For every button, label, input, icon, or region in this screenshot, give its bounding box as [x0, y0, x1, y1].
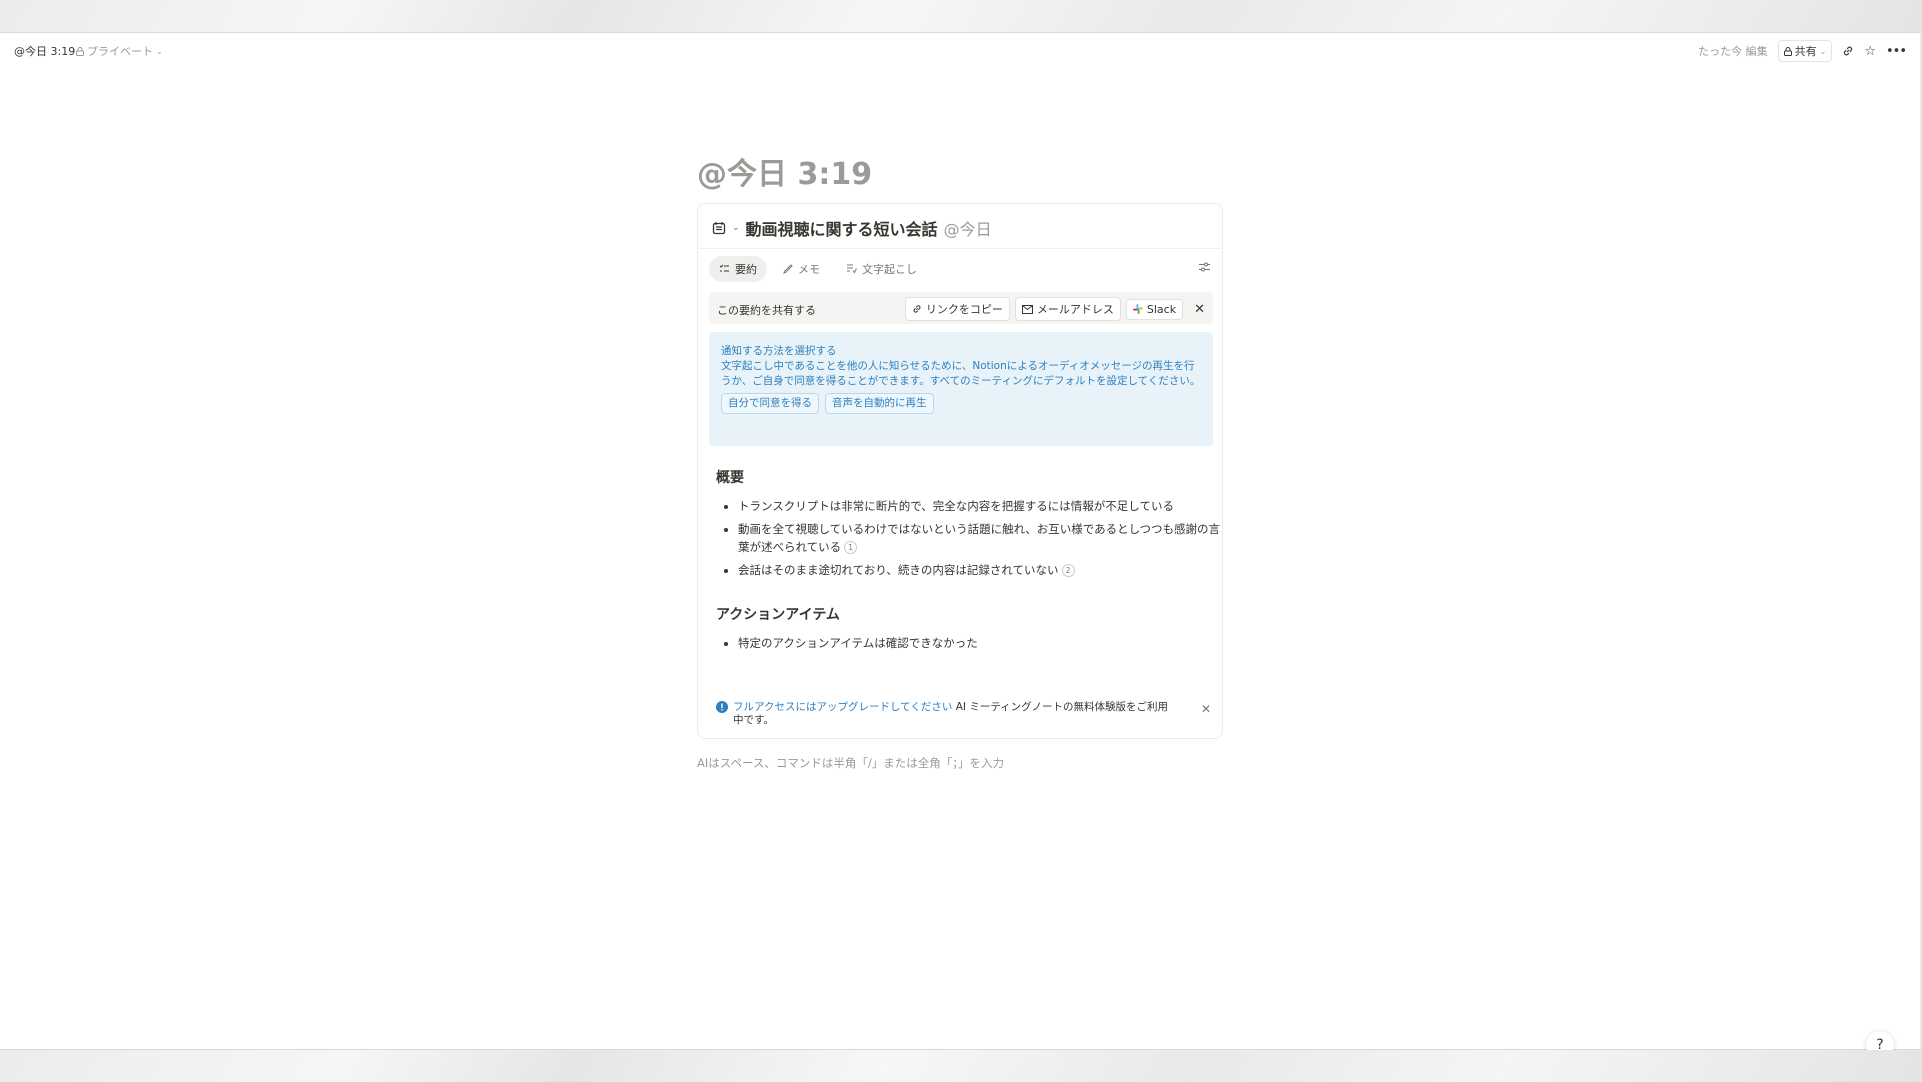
lock-icon [76, 46, 84, 56]
list-item: 会話はそのまま途切れており、続きの内容は記録されていない2 [738, 561, 1228, 579]
topbar: @今日 3:19 プライベート ⌄ たった今 編集 共有 ⌄ ☆ ••• [0, 33, 1920, 63]
upgrade-link[interactable]: フルアクセスにはアップグレードしてください [733, 701, 952, 713]
summary-list: トランスクリプトは非常に断片的で、完全な内容を把握するには情報が不足している 動… [716, 497, 1228, 584]
pencil-icon [783, 264, 793, 274]
notion-page: @今日 3:19 プライベート ⌄ たった今 編集 共有 ⌄ ☆ ••• @今日… [0, 32, 1920, 1059]
copy-link-label: リンクをコピー [925, 303, 1003, 316]
tab-summary-label: 要約 [735, 263, 757, 276]
meeting-title[interactable]: 動画視聴に関する短い会話 [746, 216, 938, 240]
transcript-icon [846, 264, 857, 274]
close-icon[interactable]: ✕ [1194, 302, 1205, 317]
action-item-1: 特定のアクションアイテムは確認できなかった [738, 636, 978, 650]
email-label: メールアドレス [1036, 303, 1114, 316]
window-bottom-backdrop [0, 1050, 1922, 1082]
get-consent-button[interactable]: 自分で同意を得る [721, 393, 819, 414]
tab-summary[interactable]: 要約 [709, 256, 767, 282]
tab-notes-label: メモ [798, 263, 820, 276]
page-title[interactable]: @今日 3:19 [697, 149, 872, 193]
upgrade-text: フルアクセスにはアップグレードしてください AI ミーティングノートの無料体験版… [733, 701, 1178, 727]
citation-badge[interactable]: 2 [1061, 564, 1075, 577]
editor-placeholder[interactable]: AIはスペース、コマンドは半角「/」または全角「；」を入力 [697, 755, 1004, 771]
ai-meeting-notes-block: ⌄ 動画視聴に関する短い会話 @今日 要約 メモ 文字起こし この要約を共有する… [697, 203, 1223, 739]
close-icon[interactable]: ✕ [1201, 703, 1211, 716]
notice-body: 文字起こし中であることを他の人に知らせるために、Notionによるオーディオメッ… [721, 360, 1201, 387]
share-actions: リンクをコピー メールアドレス Slack ✕ [904, 297, 1205, 321]
summary-heading: 概要 [716, 470, 744, 486]
tab-transcript-label: 文字起こし [862, 263, 917, 276]
share-summary-bar: この要約を共有する リンクをコピー メールアドレス Slack ✕ [709, 292, 1213, 324]
chevron-down-icon: ⌄ [1819, 46, 1827, 56]
privacy-selector[interactable]: プライベート ⌄ [76, 43, 163, 59]
action-items-list: 特定のアクションアイテムは確認できなかった [716, 634, 1228, 657]
share-label: 共有 [1794, 45, 1817, 58]
meeting-notes-icon[interactable] [712, 221, 726, 235]
action-items-heading: アクションアイテム [716, 607, 840, 623]
notice-buttons: 自分で同意を得る 音声を自動的に再生 [721, 393, 1201, 414]
slack-icon [1132, 304, 1143, 314]
meeting-header: ⌄ 動画視聴に関する短い会話 @今日 [712, 216, 992, 240]
citation-badge[interactable]: 1 [844, 541, 858, 554]
edited-status: たった今 編集 [1698, 45, 1768, 58]
copy-link-button[interactable]: リンクをコピー [904, 297, 1010, 321]
chevron-down-icon: ⌄ [156, 46, 163, 56]
link-icon[interactable] [1842, 45, 1854, 57]
more-icon[interactable]: ••• [1886, 44, 1907, 59]
slack-button[interactable]: Slack [1125, 298, 1184, 320]
notice-title: 通知する方法を選択する [721, 345, 837, 357]
star-icon[interactable]: ☆ [1864, 44, 1876, 59]
meeting-tabs: 要約 メモ 文字起こし [709, 256, 927, 282]
autoplay-audio-button[interactable]: 音声を自動的に再生 [825, 393, 934, 414]
divider [698, 248, 1222, 249]
share-summary-label: この要約を共有する [717, 304, 816, 317]
tab-notes[interactable]: メモ [773, 256, 830, 282]
link-icon [912, 304, 922, 314]
list-item: トランスクリプトは非常に断片的で、完全な内容を把握するには情報が不足している [738, 497, 1228, 515]
settings-sliders-icon[interactable] [1199, 262, 1210, 272]
privacy-label: プライベート [87, 45, 153, 58]
tab-transcript[interactable]: 文字起こし [836, 256, 927, 282]
meeting-date[interactable]: @今日 [944, 216, 992, 240]
chevron-down-icon[interactable]: ⌄ [732, 223, 740, 233]
slack-label: Slack [1146, 302, 1177, 316]
list-item: 特定のアクションアイテムは確認できなかった [738, 634, 1228, 652]
mail-icon [1021, 304, 1033, 314]
breadcrumb[interactable]: @今日 3:19 [14, 43, 75, 59]
email-button[interactable]: メールアドレス [1014, 297, 1121, 321]
summary-bullet-1: トランスクリプトは非常に断片的で、完全な内容を把握するには情報が不足している [738, 499, 1174, 513]
summary-bullet-3: 会話はそのまま途切れており、続きの内容は記録されていない [738, 563, 1059, 577]
window-top-backdrop [0, 0, 1922, 32]
summary-bullet-2: 動画を全て視聴しているわけではないという話題に触れ、お互い様であるとしつつも感謝… [738, 522, 1220, 554]
share-button[interactable]: 共有 ⌄ [1777, 40, 1833, 62]
list-item: 動画を全て視聴しているわけではないという話題に触れ、お互い様であるとしつつも感謝… [738, 520, 1228, 556]
info-icon [716, 701, 728, 713]
consent-notice: 通知する方法を選択する 文字起こし中であることを他の人に知らせるために、Noti… [709, 332, 1213, 446]
summary-icon [719, 264, 730, 274]
topbar-actions: たった今 編集 共有 ⌄ ☆ ••• [1698, 40, 1907, 62]
lock-icon [1783, 46, 1792, 56]
